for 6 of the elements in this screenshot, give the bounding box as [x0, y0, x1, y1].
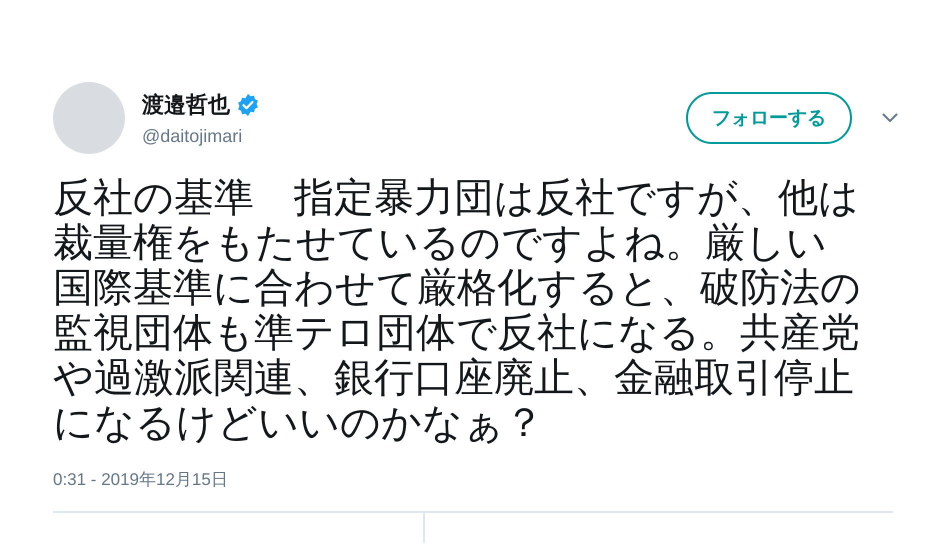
caret-icon[interactable]: [882, 113, 898, 123]
author-name[interactable]: 渡邉哲也: [142, 90, 230, 120]
tweet-text: 反社の基準 指定暴力団は反社ですが、他は裁量権をもたせているのですよね。厳しい国際基準に合わせて厳格化すると、破防法の監視団体も準テロ団体で反社になる。共産党や過激派関連、銀行口座廃止、金融取引停止になるけどいいのかなぁ？: [53, 176, 862, 446]
tweet-timestamp[interactable]: 0:31 - 2019年12月15日: [53, 468, 942, 491]
author-handle[interactable]: @daitojimari: [142, 126, 686, 146]
follow-button[interactable]: フォローする: [686, 92, 852, 144]
